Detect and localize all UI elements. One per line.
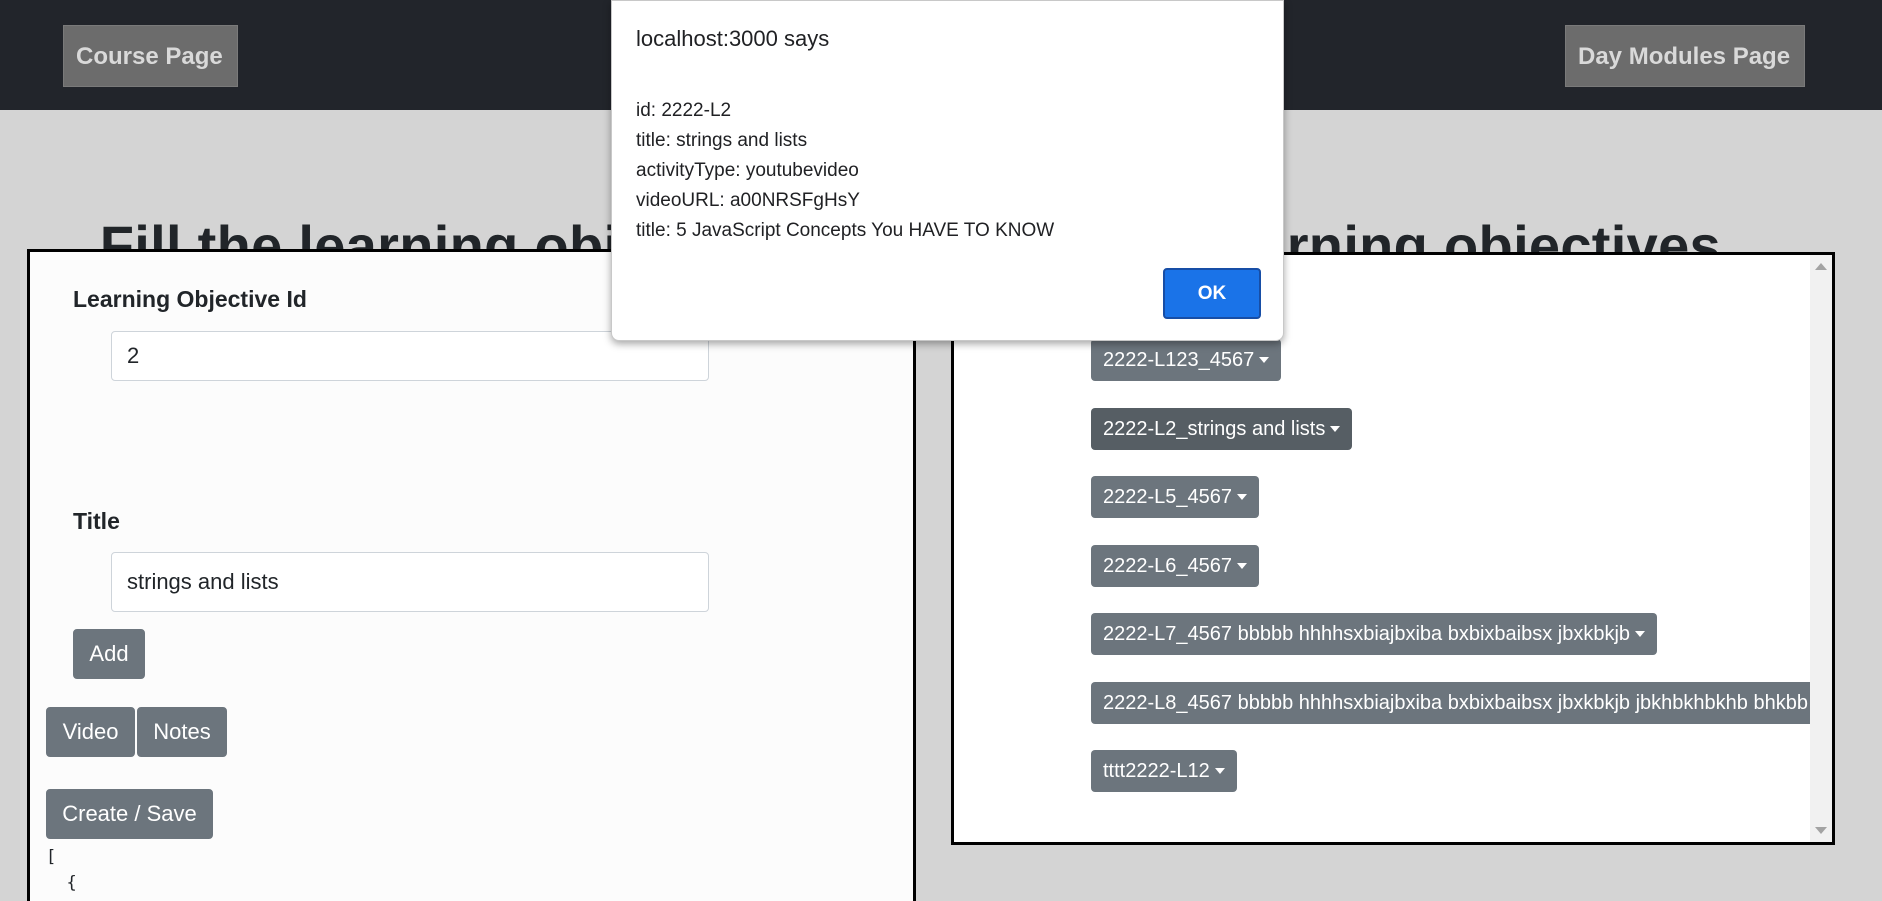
course-page-button[interactable]: Course Page: [63, 25, 238, 87]
vertical-scrollbar[interactable]: [1810, 255, 1832, 842]
alert-dialog-title: localhost:3000 says: [636, 26, 830, 51]
create-save-button[interactable]: Create / Save: [46, 789, 213, 839]
alert-dialog: localhost:3000 says id: 2222-L2 title: s…: [611, 0, 1284, 341]
objective-dropdown-label: 2222-L8_4567 bbbbb hhhhsxbiajbxiba bxbix…: [1103, 692, 1808, 714]
objective-dropdown[interactable]: tttt2222-L12: [1091, 750, 1237, 792]
day-modules-page-button[interactable]: Day Modules Page: [1565, 25, 1805, 87]
scroll-down-arrow-icon[interactable]: [1815, 827, 1827, 834]
title-input[interactable]: strings and lists: [111, 552, 709, 612]
objective-id-label: Learning Objective Id: [73, 286, 307, 312]
objective-dropdown-label: 2222-L6_4567: [1103, 555, 1233, 577]
caret-down-icon: [1237, 563, 1248, 569]
objective-dropdown-label: 2222-L5_4567: [1103, 486, 1233, 508]
add-button[interactable]: Add: [73, 629, 145, 679]
objective-dropdown[interactable]: 2222-L6_4567: [1091, 545, 1260, 587]
json-line: [: [46, 847, 57, 867]
caret-down-icon: [1635, 631, 1646, 637]
scroll-up-arrow-icon[interactable]: [1815, 263, 1827, 270]
objective-dropdown-label: 2222-L123_4567: [1103, 349, 1255, 371]
objective-dropdown-label: 2222-L7_4567 bbbbb hhhhsxbiajbxiba bxbix…: [1103, 623, 1631, 645]
objective-dropdown[interactable]: 2222-L8_4567 bbbbb hhhhsxbiajbxiba bxbix…: [1091, 682, 1832, 724]
alert-message-line: title: strings and lists: [636, 130, 808, 151]
objective-dropdown-label: tttt2222-L12: [1103, 760, 1210, 782]
caret-down-icon: [1237, 494, 1248, 500]
objective-dropdown[interactable]: 2222-L123_4567: [1091, 339, 1282, 381]
objective-dropdown[interactable]: 2222-L5_4567: [1091, 476, 1260, 518]
alert-message-line: id: 2222-L2: [636, 100, 732, 121]
json-line: {: [46, 873, 77, 893]
caret-down-icon: [1259, 357, 1270, 363]
alert-message-line: videoURL: a00NRSFgHsY: [636, 190, 860, 211]
objective-dropdown[interactable]: 2222-L7_4567 bbbbb hhhhsxbiajbxiba bxbix…: [1091, 613, 1658, 655]
alert-message-line: activityType: youtubevideo: [636, 160, 859, 181]
caret-down-icon: [1330, 426, 1341, 432]
notes-button[interactable]: Notes: [137, 707, 227, 757]
learning-objective-form: Learning Objective Id 2 Title strings an…: [27, 249, 916, 901]
objective-dropdown-label: 2222-L2_strings and lists: [1103, 418, 1326, 440]
alert-message-line: title: 5 JavaScript Concepts You HAVE TO…: [636, 220, 1055, 241]
caret-down-icon: [1214, 768, 1225, 774]
objective-dropdown[interactable]: 2222-L2_strings and lists: [1091, 408, 1353, 450]
alert-ok-button[interactable]: OK: [1163, 268, 1261, 319]
title-label: Title: [73, 508, 120, 534]
video-button[interactable]: Video: [46, 707, 135, 757]
json-preview: [ {: [46, 844, 77, 896]
